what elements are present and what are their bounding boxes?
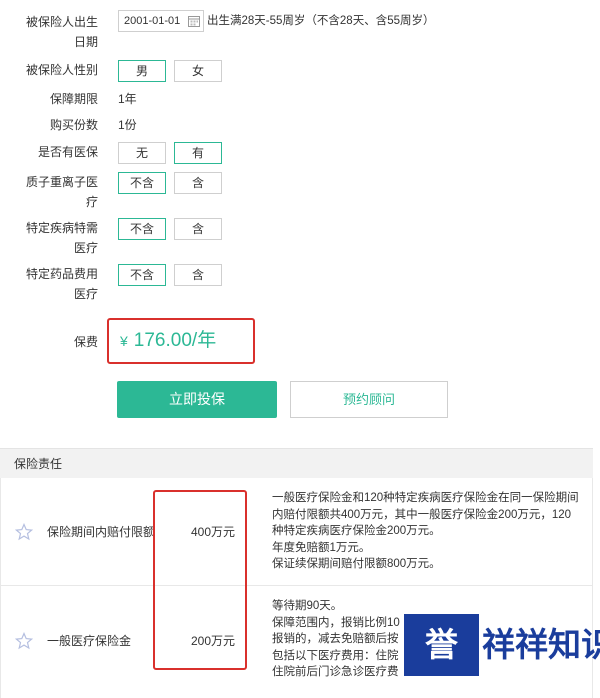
amount-highlight-box [153,490,247,670]
proton-heavy-ion-option-exclude[interactable]: 不含 [118,172,166,194]
coverage-section-title: 保险责任 [0,448,593,478]
birth-date-value: 2001-01-01 [124,15,181,27]
coverage-description-line: 种特定疾病医疗保险金200万元。 [272,525,441,537]
copies-value: 1份 [118,118,137,132]
special-disease-label: 特定疾病特需 医疗 [18,218,98,258]
premium-row: 保费 [0,330,600,354]
birth-date-row: 被保险人出生 日期 2001-01-01 出生满28天-55周岁（不含28天、含… [0,0,600,54]
medical-insurance-label: 是否有医保 [37,145,98,159]
table-row: 保险期间内赔付限额 400万元 一般医疗保险金和120种特定疾病医疗保险金在同一… [1,478,592,586]
period-row: 保障期限 1年 [0,88,600,110]
coverage-name: 一般医疗保险金 [47,634,132,648]
medical-insurance-option-yes[interactable]: 有 [174,142,222,164]
special-drug-label: 特定药品费用 医疗 [18,264,98,304]
coverage-description-line: 等待期90天。 [272,600,343,612]
premium-label: 保费 [73,335,98,349]
watermark-text: 祥祥知识 [482,625,600,664]
gender-option-male[interactable]: 男 [118,60,166,82]
proton-heavy-ion-label-line2: 疗 [85,195,98,209]
birth-date-label-line1: 被保险人出生 [25,15,98,29]
period-label: 保障期限 [49,92,98,106]
period-value: 1年 [118,92,137,106]
special-disease-row: 特定疾病特需 医疗 不含 含 [0,216,600,256]
medical-insurance-option-no[interactable]: 无 [118,142,166,164]
special-drug-label-line2: 医疗 [73,287,98,301]
star-icon[interactable] [15,632,33,650]
watermark-logo: 誉 祥祥知识 [404,614,600,676]
coverage-description: 一般医疗保险金和120种特定疾病医疗保险金在同一保险期间 内赔付限额共400万元… [272,490,582,573]
special-disease-option-exclude[interactable]: 不含 [118,218,166,240]
birth-date-input[interactable]: 2001-01-01 [118,10,204,32]
copies-row: 购买份数 1份 [0,114,600,136]
proton-heavy-ion-label: 质子重离子医 疗 [18,172,98,212]
coverage-description-line: 年度免赔额1万元。 [272,541,371,554]
special-drug-row: 特定药品费用 医疗 不含 含 [0,262,600,302]
insure-now-button[interactable]: 立即投保 [117,381,277,418]
coverage-description-line: 内赔付限额共400万元，其中一般医疗保险金200万元，120 [272,508,572,521]
star-icon[interactable] [15,523,33,541]
watermark-badge: 誉 [404,614,479,676]
currency-symbol: ¥ [120,333,128,349]
gender-option-female[interactable]: 女 [174,60,222,82]
copies-label: 购买份数 [49,118,98,132]
gender-row: 被保险人性别 男 女 [0,58,600,84]
coverage-description-line: 一般医疗保险金和120种特定疾病医疗保险金在同一保险期间 [272,492,579,504]
special-drug-option-exclude[interactable]: 不含 [118,264,166,286]
coverage-description-line: 保证续保期间赔付限额800万元。 [272,558,441,570]
calendar-icon[interactable] [188,15,200,27]
special-disease-option-include[interactable]: 含 [174,218,222,240]
medical-insurance-row: 是否有医保 无 有 [0,140,600,166]
proton-heavy-ion-option-include[interactable]: 含 [174,172,222,194]
birth-date-hint: 出生满28天-55周岁（不含28天、含55周岁） [207,15,435,27]
special-disease-label-line1: 特定疾病特需 [25,221,98,235]
book-consultant-button[interactable]: 预约顾问 [290,381,448,418]
proton-heavy-ion-row: 质子重离子医 疗 不含 含 [0,170,600,210]
premium-amount: ¥176.00/年 [120,328,216,354]
special-disease-label-line2: 医疗 [73,241,98,255]
birth-date-label: 被保险人出生 日期 [18,12,98,52]
proton-heavy-ion-label-line1: 质子重离子医 [25,175,98,189]
special-drug-option-include[interactable]: 含 [174,264,222,286]
gender-label: 被保险人性别 [25,63,98,77]
premium-value: 176.00/年 [133,330,217,351]
special-drug-label-line1: 特定药品费用 [25,267,98,281]
coverage-name: 保险期间内赔付限额 [47,525,156,539]
birth-date-label-line2: 日期 [73,35,98,49]
